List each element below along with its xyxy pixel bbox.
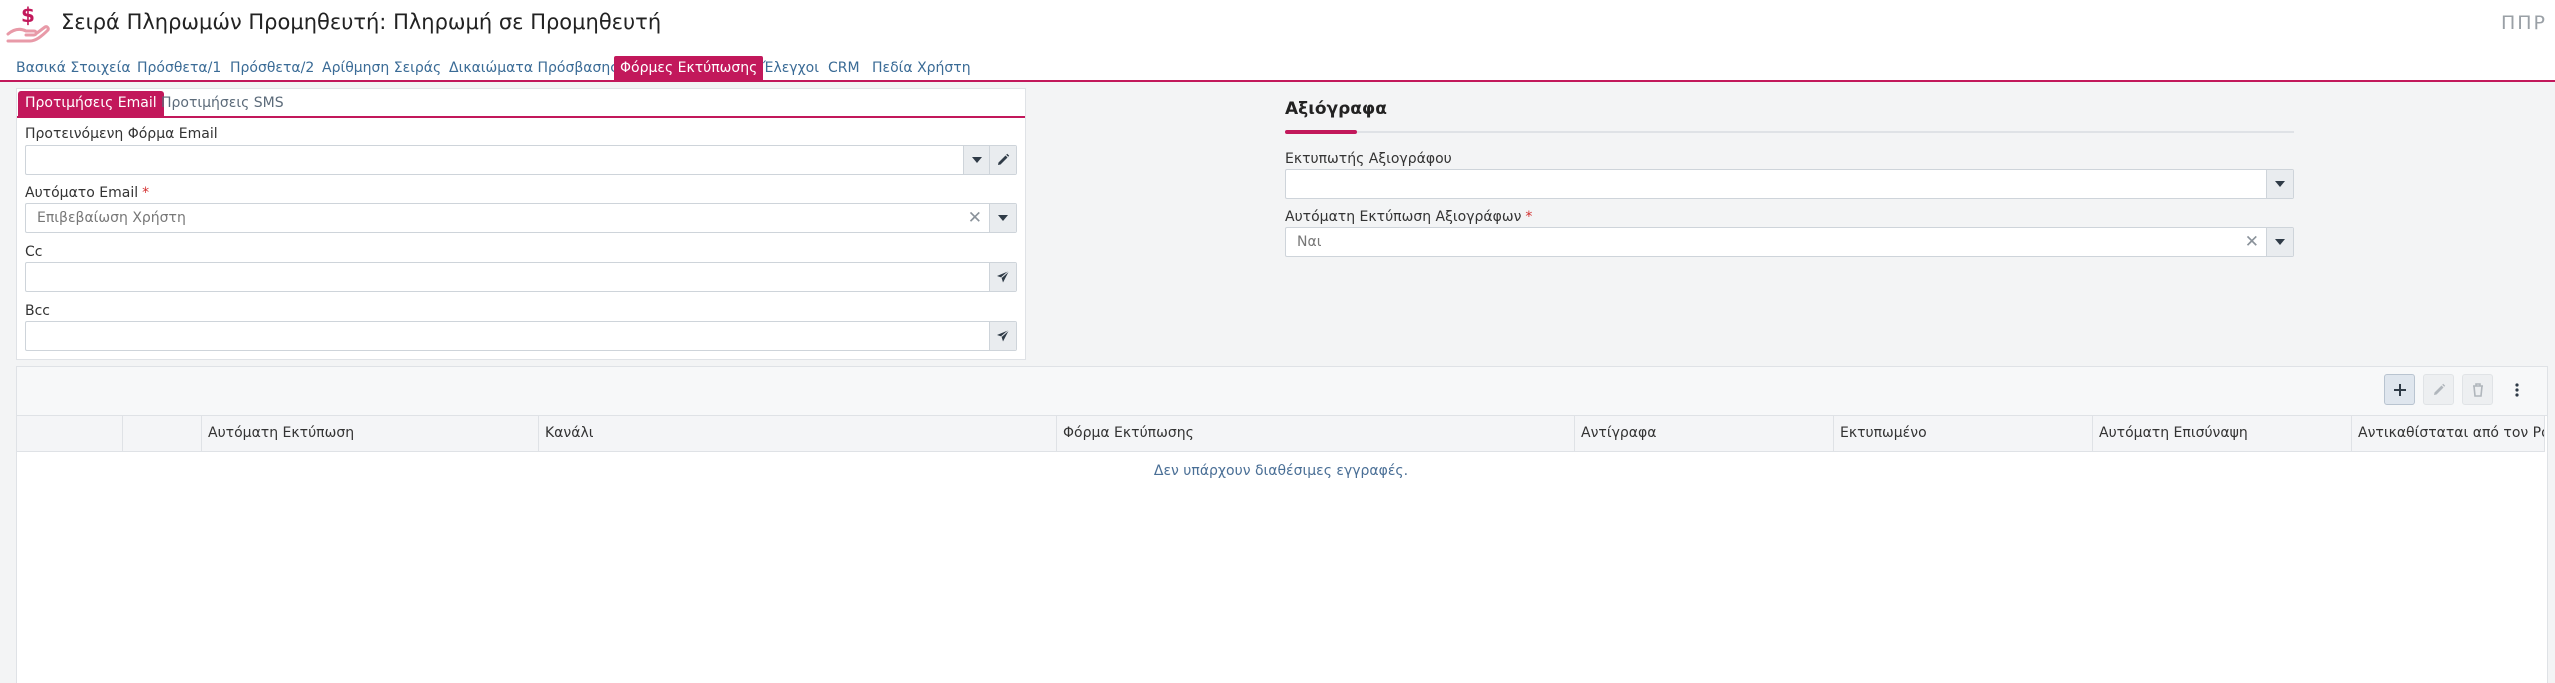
- edit-icon: [2433, 383, 2445, 395]
- cheque-printer-label: Εκτυπωτής Αξιογράφου: [1285, 151, 1452, 167]
- add-icon: [2393, 383, 2406, 396]
- column-header-channel[interactable]: Κανάλι: [538, 416, 1056, 451]
- more-vertical-icon: [2514, 382, 2519, 397]
- email-preferences-panel: Προτιμήσεις Email Προτιμήσεις SMS Προτει…: [16, 88, 1026, 360]
- empty-grid-message: Δεν υπάρχουν διαθέσιμες εγγραφές.: [1153, 463, 1409, 479]
- grid-toolbar: [17, 367, 2547, 416]
- tab-extra-1[interactable]: Πρόσθετα/1: [137, 57, 221, 80]
- bcc-label: Bcc: [25, 303, 50, 319]
- tab-checks[interactable]: Έλεγχοι: [763, 57, 819, 80]
- auto-email-label: Αυτόματο Email *: [25, 185, 149, 201]
- column-header-print-form[interactable]: Φόρμα Εκτύπωσης: [1056, 416, 1574, 451]
- caret-down-icon: [998, 215, 1008, 221]
- subtab-email-preferences[interactable]: Προτιμήσεις Email: [18, 91, 164, 116]
- caret-down-icon: [2275, 239, 2285, 245]
- auto-print-cheques-select[interactable]: Ναι ✕: [1285, 227, 2294, 257]
- required-marker: *: [1525, 209, 1533, 225]
- print-forms-grid: Αυτόματη Εκτύπωση Κανάλι Φόρμα Εκτύπωσης…: [16, 366, 2548, 683]
- auto-print-cheques-label-text: Αυτόματη Εκτύπωση Αξιογράφων: [1285, 209, 1522, 225]
- bcc-send-button[interactable]: [989, 322, 1016, 350]
- column-header-auto-attach[interactable]: Αυτόματη Επισύναψη: [2092, 416, 2351, 451]
- auto-print-cheques-dropdown-button[interactable]: [2266, 228, 2293, 256]
- auto-print-cheques-value: Ναι: [1297, 234, 1322, 250]
- clear-icon[interactable]: ✕: [2245, 232, 2259, 252]
- column-header-select[interactable]: [17, 416, 122, 451]
- cheque-printer-select[interactable]: [1285, 169, 2294, 199]
- hand-dollar-icon: $: [6, 3, 50, 43]
- cc-send-button[interactable]: [989, 263, 1016, 291]
- column-header-auto-print[interactable]: Αυτόματη Εκτύπωση: [201, 416, 538, 451]
- auto-print-cheques-label: Αυτόματη Εκτύπωση Αξιογράφων *: [1285, 209, 1532, 225]
- section-accent-bar: [1285, 130, 1357, 134]
- page-header: $ Σειρά Πληρωμών Προμηθευτή: Πληρωμή σε …: [0, 0, 2555, 52]
- tab-print-forms[interactable]: Φόρμες Εκτύπωσης: [614, 56, 764, 80]
- clear-icon[interactable]: ✕: [968, 208, 982, 228]
- section-divider: [1285, 131, 2294, 133]
- pencil-icon: [998, 153, 1010, 165]
- cheques-section-title: Αξιόγραφα: [1285, 99, 1387, 119]
- paper-plane-icon: [997, 329, 1010, 342]
- more-options-button[interactable]: [2501, 374, 2532, 405]
- delete-icon: [2472, 382, 2483, 397]
- tab-series-numbering[interactable]: Αρίθμηση Σειράς: [322, 57, 441, 80]
- add-button[interactable]: [2384, 374, 2415, 405]
- required-marker: *: [142, 185, 150, 201]
- caret-down-icon: [2275, 181, 2285, 187]
- delete-button[interactable]: [2462, 374, 2493, 405]
- paper-plane-icon: [997, 270, 1010, 283]
- tab-access-rights[interactable]: Δικαιώματα Πρόσβασης: [449, 57, 618, 80]
- cheque-printer-dropdown-button[interactable]: [2266, 170, 2293, 198]
- grid-header-row: Αυτόματη Εκτύπωση Κανάλι Φόρμα Εκτύπωσης…: [17, 416, 2545, 452]
- preferred-form-edit-button[interactable]: [989, 146, 1016, 174]
- auto-email-value: Επιβεβαίωση Χρήστη: [37, 210, 186, 226]
- svg-text:$: $: [21, 3, 35, 27]
- preferred-form-label: Προτεινόμενη Φόρμα Email: [25, 126, 218, 142]
- preferred-form-dropdown-button[interactable]: [963, 146, 990, 174]
- auto-email-dropdown-button[interactable]: [989, 204, 1016, 232]
- subtab-sms-preferences[interactable]: Προτιμήσεις SMS: [161, 91, 284, 116]
- auto-email-select[interactable]: Επιβεβαίωση Χρήστη ✕: [25, 203, 1017, 233]
- preferred-form-field[interactable]: [25, 145, 1017, 175]
- series-code: ΠΠΡ: [2500, 12, 2547, 34]
- tab-user-fields[interactable]: Πεδία Χρήστη: [872, 57, 971, 80]
- column-header-actions[interactable]: [122, 416, 201, 451]
- edit-button[interactable]: [2423, 374, 2454, 405]
- cc-label: Cc: [25, 244, 43, 260]
- column-header-printed[interactable]: Εκτυπωμένο: [1833, 416, 2092, 451]
- column-header-replaced-by-role[interactable]: Αντικαθίσταται από τον Ρόλο.: [2351, 416, 2545, 451]
- cc-input[interactable]: [25, 262, 1017, 292]
- column-header-copies[interactable]: Αντίγραφα: [1574, 416, 1833, 451]
- bcc-input[interactable]: [25, 321, 1017, 351]
- tab-crm[interactable]: CRM: [828, 57, 860, 80]
- tab-basic-info[interactable]: Βασικά Στοιχεία: [16, 57, 131, 80]
- tab-extra-2[interactable]: Πρόσθετα/2: [230, 57, 314, 80]
- main-tabs: Βασικά Στοιχεία Πρόσθετα/1 Πρόσθετα/2 Αρ…: [0, 56, 2555, 82]
- page-title: Σειρά Πληρωμών Προμηθευτή: Πληρωμή σε Πρ…: [61, 10, 662, 34]
- auto-email-label-text: Αυτόματο Email: [25, 185, 139, 201]
- email-sms-subtabs: Προτιμήσεις Email Προτιμήσεις SMS: [17, 89, 1025, 118]
- caret-down-icon: [972, 157, 982, 163]
